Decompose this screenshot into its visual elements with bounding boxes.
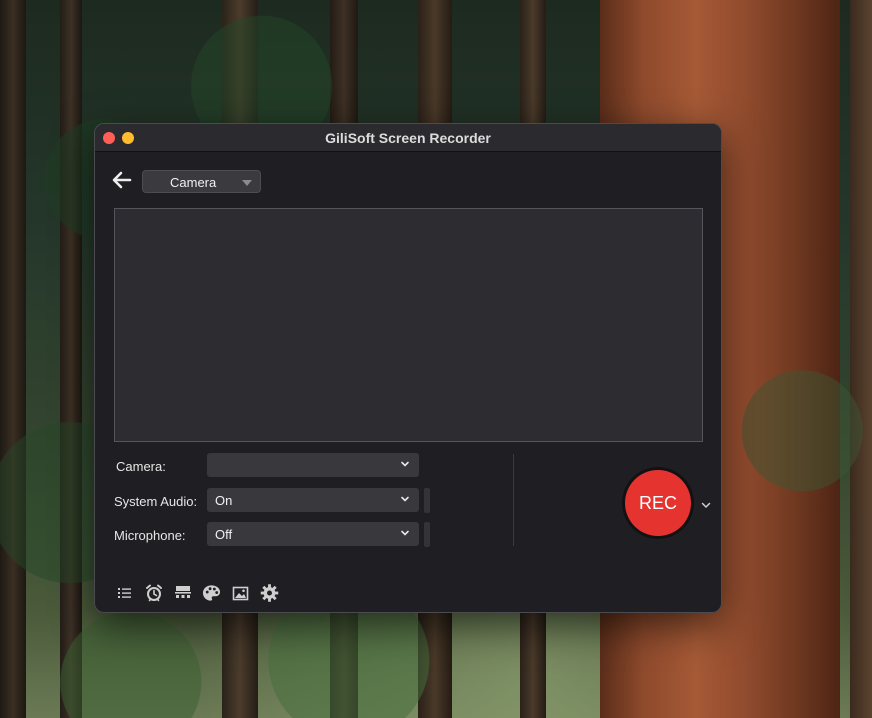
chevron-down-icon <box>401 530 409 536</box>
mode-select-value: Camera <box>170 175 217 190</box>
list-icon[interactable] <box>115 584 134 603</box>
alarm-clock-icon[interactable] <box>144 584 163 603</box>
chevron-down-icon <box>242 180 252 186</box>
microphone-dropdown-value: Off <box>215 527 233 542</box>
gear-icon[interactable] <box>260 584 279 603</box>
close-window-button[interactable] <box>103 132 115 144</box>
microphone-level-meter <box>424 522 430 547</box>
window-controls <box>103 132 134 144</box>
image-icon[interactable] <box>231 584 250 603</box>
title-bar[interactable]: GiliSoft Screen Recorder <box>95 124 721 152</box>
camera-label: Camera: <box>116 459 166 474</box>
minimize-window-button[interactable] <box>122 132 134 144</box>
palette-icon[interactable] <box>202 584 221 603</box>
camera-dropdown[interactable] <box>207 453 419 477</box>
chevron-down-icon <box>401 496 409 502</box>
system-audio-level-meter <box>424 488 430 513</box>
back-arrow-icon[interactable] <box>112 171 134 189</box>
record-options-chevron-icon[interactable] <box>700 499 712 511</box>
watermark-icon[interactable] <box>173 584 192 603</box>
system-audio-label: System Audio: <box>114 494 198 509</box>
panel-divider <box>513 454 514 546</box>
microphone-dropdown[interactable]: Off <box>207 522 419 546</box>
window-title: GiliSoft Screen Recorder <box>325 129 491 146</box>
bottom-toolbar <box>115 583 279 603</box>
record-button-label: REC <box>638 492 677 513</box>
chevron-down-icon <box>401 461 409 467</box>
camera-preview-area <box>114 208 703 442</box>
microphone-label: Microphone: <box>114 528 186 543</box>
app-window: GiliSoft Screen Recorder Camera Camera: … <box>94 123 722 613</box>
system-audio-dropdown-value: On <box>215 493 233 508</box>
record-button[interactable]: REC <box>625 470 691 536</box>
mode-select[interactable]: Camera <box>142 170 261 193</box>
system-audio-dropdown[interactable]: On <box>207 488 419 512</box>
